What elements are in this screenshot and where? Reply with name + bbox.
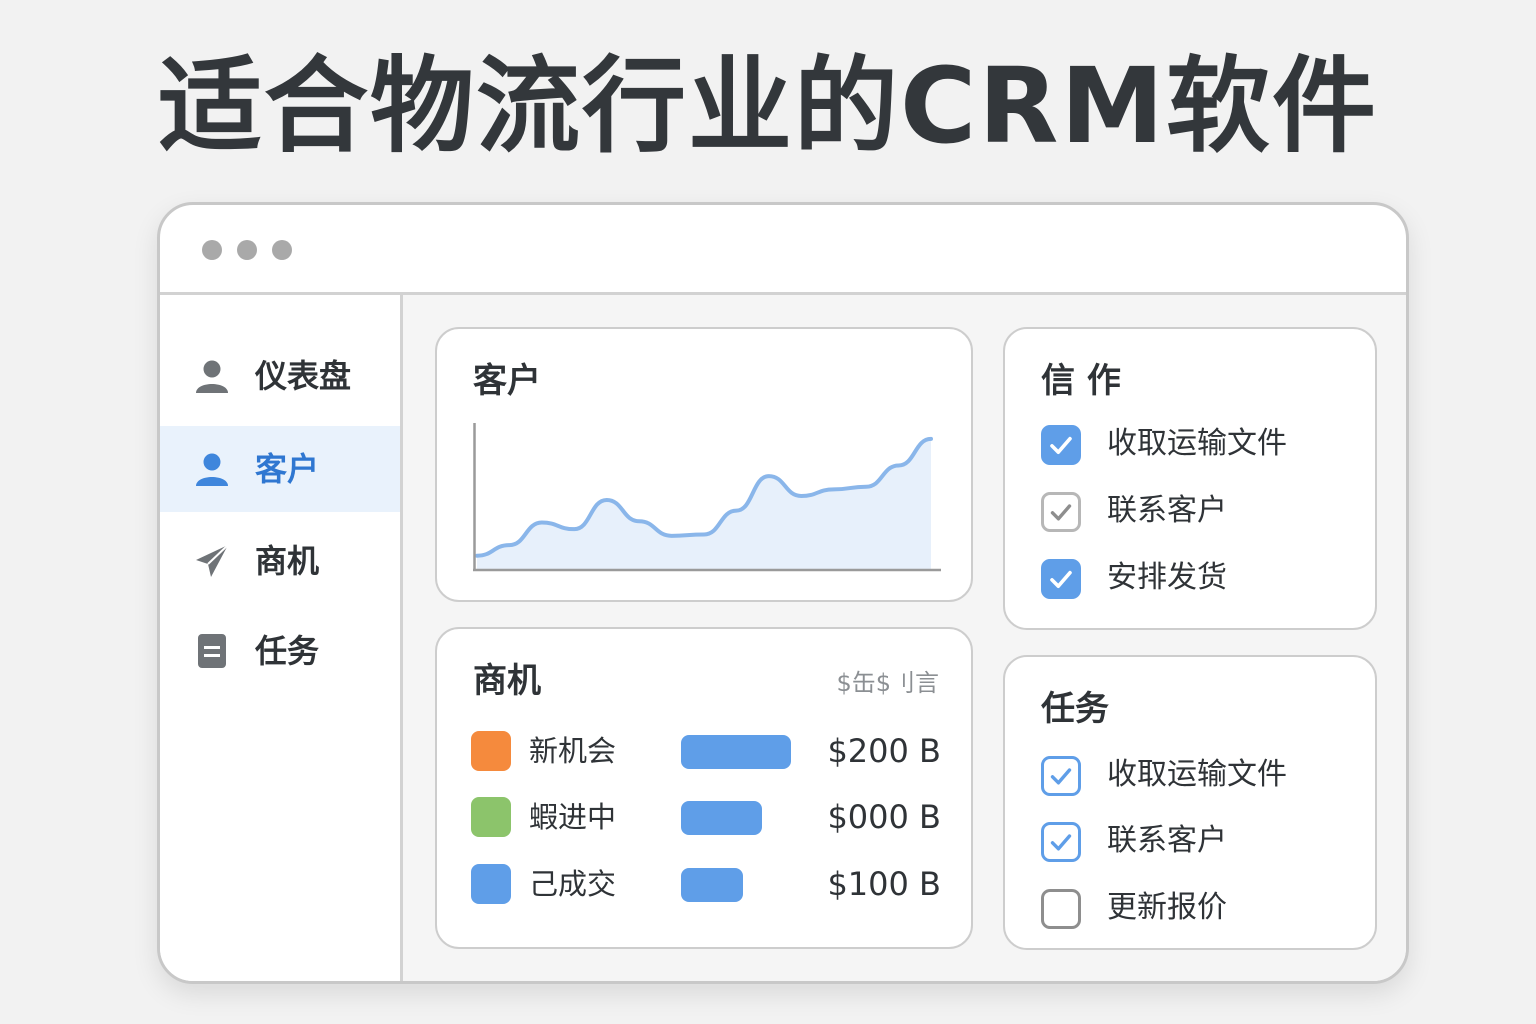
opportunity-value: $200 B xyxy=(827,732,941,770)
sidebar: 仪表盘 客户 商机 任务 xyxy=(160,295,403,981)
page-headline: 适合物流行业的CRM软件 xyxy=(158,45,1378,167)
opportunity-row-in-progress[interactable]: 蝦进中 $000 B xyxy=(471,795,941,839)
task-checkbox[interactable] xyxy=(1041,559,1081,599)
opportunity-value-bar xyxy=(681,801,762,835)
window-dot-2[interactable] xyxy=(237,240,257,260)
tasks-card-title: 任务 xyxy=(1041,689,1109,729)
opportunity-row-closed[interactable]: 己成交 $100 B xyxy=(471,862,941,906)
customers-card-title: 客户 xyxy=(473,361,541,401)
customers-area-chart xyxy=(473,423,941,572)
check-icon xyxy=(1050,436,1072,454)
cooperation-task-3[interactable]: 安排发货 xyxy=(1041,557,1371,601)
task-label: 收取运输文件 xyxy=(1107,426,1287,461)
sidebar-item-customers[interactable]: 客户 xyxy=(160,426,400,512)
opportunity-row-new[interactable]: 新机会 $200 B xyxy=(471,729,941,773)
opportunity-value-bar xyxy=(681,868,743,902)
opportunity-value-bar xyxy=(681,735,791,769)
task-label: 收取运输文件 xyxy=(1107,757,1287,792)
cooperation-card: 信 作 收取运输文件 联系客户 安排发货 xyxy=(1003,327,1377,630)
customers-card: 客户 xyxy=(435,327,973,602)
opportunity-stage-label: 蝦进中 xyxy=(529,800,617,834)
task-item-1[interactable]: 收取运输文件 xyxy=(1041,754,1371,798)
task-label: 联系客户 xyxy=(1107,493,1227,528)
opportunity-value: $000 B xyxy=(827,798,941,836)
task-checkbox[interactable] xyxy=(1041,492,1081,532)
opportunities-card-title: 商机 xyxy=(473,661,541,701)
status-color-swatch xyxy=(471,731,511,771)
task-item-2[interactable]: 联系客户 xyxy=(1041,820,1371,864)
user-icon xyxy=(196,453,228,486)
crm-window: 仪表盘 客户 商机 任务 客户 商机 $缶$刂言 新机会 $200 B 蝦进中 … xyxy=(157,202,1409,984)
opportunity-value: $100 B xyxy=(827,865,941,903)
customers-area-fill xyxy=(477,438,931,569)
dashboard-content: 客户 商机 $缶$刂言 新机会 $200 B 蝦进中 $000 B 己成交 $1… xyxy=(403,295,1406,981)
status-color-swatch xyxy=(471,864,511,904)
task-checkbox[interactable] xyxy=(1041,756,1081,796)
sidebar-item-opportunities[interactable]: 商机 xyxy=(160,518,400,604)
window-titlebar xyxy=(160,205,1406,295)
task-label: 联系客户 xyxy=(1107,823,1227,858)
paper-plane-icon xyxy=(196,544,229,577)
sidebar-item-label: 客户 xyxy=(255,450,320,488)
task-checkbox[interactable] xyxy=(1041,889,1081,929)
check-icon xyxy=(1050,570,1072,588)
sidebar-item-label: 任务 xyxy=(255,632,320,670)
window-dot-3[interactable] xyxy=(272,240,292,260)
opportunities-card: 商机 $缶$刂言 新机会 $200 B 蝦进中 $000 B 己成交 $100 … xyxy=(435,627,973,949)
opportunity-stage-label: 己成交 xyxy=(529,867,617,901)
opportunity-stage-label: 新机会 xyxy=(529,734,617,768)
task-checkbox[interactable] xyxy=(1041,425,1081,465)
cooperation-task-1[interactable]: 收取运输文件 xyxy=(1041,423,1371,467)
cooperation-task-2[interactable]: 联系客户 xyxy=(1041,490,1371,534)
sidebar-item-tasks[interactable]: 任务 xyxy=(160,608,400,694)
window-dot-1[interactable] xyxy=(202,240,222,260)
sidebar-item-dashboard[interactable]: 仪表盘 xyxy=(160,333,400,419)
document-icon xyxy=(198,634,226,668)
status-color-swatch xyxy=(471,797,511,837)
sidebar-item-label: 商机 xyxy=(255,542,320,580)
cooperation-card-title: 信 作 xyxy=(1041,361,1121,401)
check-icon xyxy=(1050,834,1072,851)
task-label: 安排发货 xyxy=(1107,560,1227,595)
task-item-3[interactable]: 更新报价 xyxy=(1041,887,1371,931)
tasks-card: 任务 收取运输文件 联系客户 更新报价 xyxy=(1003,655,1377,950)
check-icon xyxy=(1050,504,1072,521)
check-icon xyxy=(1050,768,1072,785)
sidebar-item-label: 仪表盘 xyxy=(255,357,352,395)
task-label: 更新报价 xyxy=(1107,890,1227,925)
user-icon xyxy=(196,360,228,393)
opportunities-header-note: $缶$刂言 xyxy=(836,669,939,697)
task-checkbox[interactable] xyxy=(1041,822,1081,862)
